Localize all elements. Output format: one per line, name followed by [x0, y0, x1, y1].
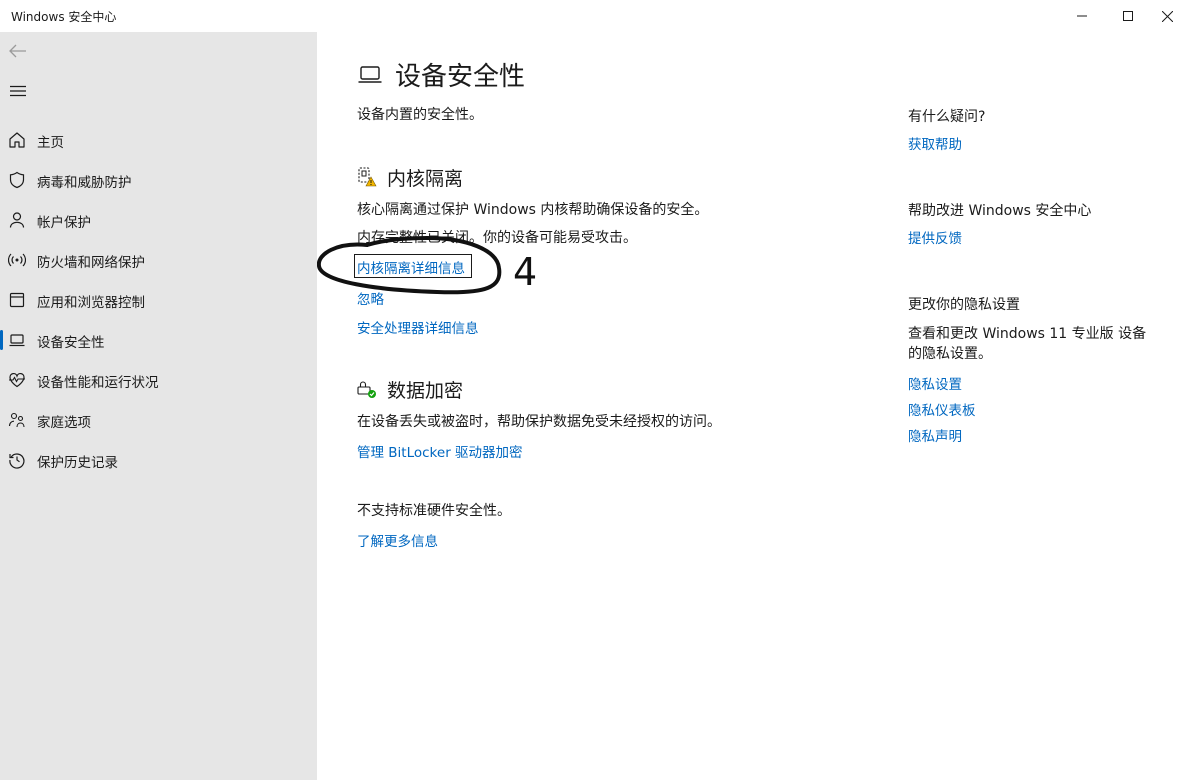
person-icon [9, 212, 25, 228]
shield-icon [9, 171, 25, 189]
sidebar-item-device-security[interactable]: 设备安全性 [0, 320, 317, 360]
title-bar: Windows 安全中心 [0, 0, 1183, 32]
sidebar-item-label: 保护历史记录 [37, 455, 118, 471]
sidebar-item-label: 病毒和威胁防护 [37, 175, 132, 191]
sidebar: 主页 病毒和威胁防护 帐户保护 防火墙和网络保护 应用和浏览器控制 设备安全性 … [0, 32, 317, 780]
sidebar-item-label: 家庭选项 [37, 415, 91, 431]
bitlocker-link[interactable]: 管理 BitLocker 驱动器加密 [357, 441, 523, 461]
page-title: 设备安全性 [395, 61, 526, 92]
maximize-icon [1123, 11, 1133, 21]
laptop-icon [9, 334, 25, 347]
learn-more-link[interactable]: 了解更多信息 [357, 530, 438, 550]
feedback-link[interactable]: 提供反馈 [908, 227, 962, 247]
sidebar-item-label: 防火墙和网络保护 [37, 255, 145, 271]
data-encryption-title: 数据加密 [387, 379, 464, 402]
history-icon [9, 453, 25, 469]
maximize-button[interactable] [1105, 0, 1151, 32]
app-title: Windows 安全中心 [11, 10, 117, 24]
wifi-signal-icon [8, 253, 26, 267]
privacy-settings-link[interactable]: 隐私设置 [908, 373, 962, 393]
minimize-icon [1077, 15, 1087, 17]
heart-pulse-icon [9, 372, 25, 388]
sidebar-item-family-options[interactable]: 家庭选项 [0, 400, 317, 440]
sidebar-item-account-protection[interactable]: 帐户保护 [0, 200, 317, 240]
dismiss-link[interactable]: 忽略 [357, 288, 384, 308]
sidebar-item-device-performance[interactable]: 设备性能和运行状况 [0, 360, 317, 400]
app-window-icon [9, 292, 25, 308]
data-encryption-description: 在设备丢失或被盗时，帮助保护数据免受未经授权的访问。 [357, 414, 721, 430]
sidebar-item-firewall[interactable]: 防火墙和网络保护 [0, 240, 317, 280]
sidebar-item-home[interactable]: 主页 [0, 120, 317, 160]
sidebar-item-protection-history[interactable]: 保护历史记录 [0, 440, 317, 480]
page-header: 设备安全性 [357, 56, 525, 92]
hardware-security-status: 不支持标准硬件安全性。 [357, 503, 511, 519]
right-panel: 有什么疑问? 获取帮助 帮助改进 Windows 安全中心 提供反馈 更改你的隐… [908, 32, 1168, 780]
sidebar-item-label: 主页 [37, 135, 64, 151]
memory-integrity-status: 内存完整性已关闭。你的设备可能易受攻击。 [357, 230, 637, 246]
get-help-link[interactable]: 获取帮助 [908, 133, 962, 153]
minimize-button[interactable] [1059, 0, 1105, 32]
core-isolation-header: 内核隔离 [357, 164, 463, 190]
chip-warning-icon [358, 167, 377, 187]
back-button[interactable] [4, 38, 32, 64]
laptop-icon [358, 66, 382, 83]
sidebar-item-label: 应用和浏览器控制 [37, 295, 145, 311]
hamburger-icon [10, 85, 26, 97]
close-icon [1161, 10, 1173, 22]
data-encryption-header: 数据加密 [357, 376, 463, 402]
improve-heading: 帮助改进 Windows 安全中心 [908, 203, 1092, 219]
nav-list: 主页 病毒和威胁防护 帐户保护 防火墙和网络保护 应用和浏览器控制 设备安全性 … [0, 120, 317, 480]
questions-heading: 有什么疑问? [908, 109, 986, 125]
core-isolation-details-link[interactable]: 内核隔离详细信息 [357, 257, 465, 277]
sidebar-item-label: 设备安全性 [37, 335, 105, 351]
main-content: 设备安全性 设备内置的安全性。 内核隔离 核心隔离通过保护 Windows 内核… [317, 32, 877, 780]
lock-drive-icon [357, 381, 376, 398]
sidebar-item-label: 设备性能和运行状况 [37, 375, 159, 391]
home-icon [9, 132, 25, 148]
security-processor-details-link[interactable]: 安全处理器详细信息 [357, 317, 479, 337]
privacy-statement-link[interactable]: 隐私声明 [908, 425, 962, 445]
page-subtitle: 设备内置的安全性。 [357, 107, 483, 123]
core-isolation-title: 内核隔离 [387, 167, 464, 190]
hamburger-menu-button[interactable] [4, 78, 32, 104]
sidebar-item-label: 帐户保护 [37, 215, 91, 231]
sidebar-item-virus-protection[interactable]: 病毒和威胁防护 [0, 160, 317, 200]
close-button[interactable] [1151, 0, 1183, 32]
privacy-description: 查看和更改 Windows 11 专业版 设备的隐私设置。 [908, 326, 1147, 362]
core-isolation-description: 核心隔离通过保护 Windows 内核帮助确保设备的安全。 [357, 202, 709, 218]
back-arrow-icon [9, 44, 26, 58]
privacy-heading: 更改你的隐私设置 [908, 297, 1020, 313]
annotation-number: 4 [513, 250, 538, 294]
sidebar-item-app-browser-control[interactable]: 应用和浏览器控制 [0, 280, 317, 320]
privacy-dashboard-link[interactable]: 隐私仪表板 [908, 399, 976, 419]
family-icon [8, 412, 25, 428]
